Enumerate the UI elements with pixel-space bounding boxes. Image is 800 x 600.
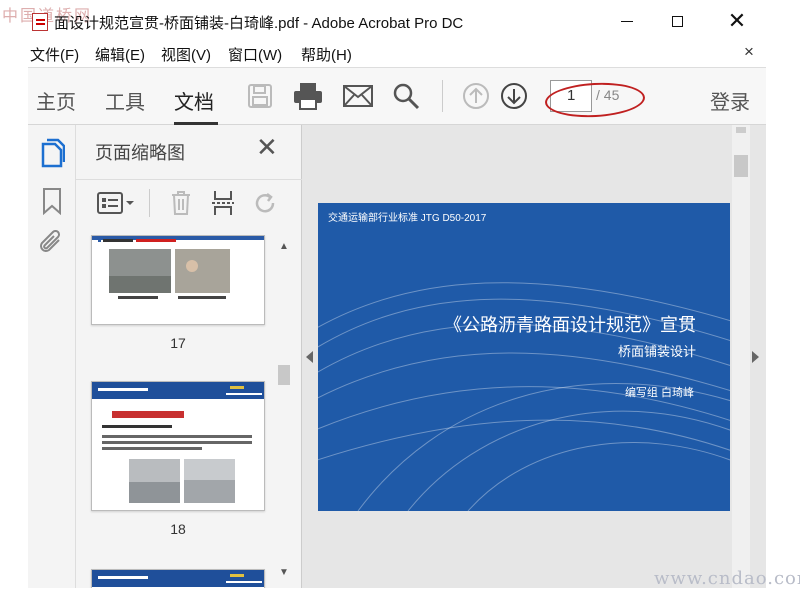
tab-document[interactable]: 文档	[174, 86, 214, 115]
thumbnail-page-17[interactable]	[91, 235, 265, 325]
maximize-icon	[671, 15, 683, 27]
minimize-button[interactable]	[604, 6, 650, 36]
thumbnail-options-icon[interactable]	[96, 188, 136, 218]
thumbnail-page-19[interactable]	[91, 569, 265, 588]
pdf-file-icon	[32, 13, 48, 31]
scrollbar-thumb[interactable]	[278, 365, 290, 385]
thumbnail-page-18[interactable]	[91, 381, 265, 511]
expand-right-panel-icon[interactable]	[752, 351, 759, 363]
document-title: 《公路沥青路面设计规范》宣贯	[444, 315, 696, 335]
menu-file[interactable]: 文件(F)	[30, 44, 79, 65]
prev-page-icon[interactable]	[460, 80, 492, 112]
minimize-icon	[621, 20, 633, 22]
scroll-down-icon[interactable]: ▼	[279, 567, 289, 578]
attachment-icon[interactable]	[34, 225, 70, 261]
page-thumbnails-icon[interactable]	[34, 135, 70, 171]
left-nav-rail	[28, 125, 76, 588]
close-icon: ✕	[727, 8, 747, 33]
collapse-left-panel-icon[interactable]	[306, 351, 313, 363]
close-panel-icon[interactable]: ✕	[256, 134, 278, 160]
next-page-icon[interactable]	[498, 80, 530, 112]
document-subtitle: 桥面铺装设计	[617, 344, 696, 359]
document-author: 编写组 白琦峰	[624, 387, 694, 399]
save-icon[interactable]	[244, 80, 276, 112]
document-scrollbar[interactable]	[732, 125, 750, 588]
panel-toolbar	[76, 179, 302, 223]
toolbar: 主页 工具 文档 1 / 45 登录	[28, 67, 766, 125]
rotate-page-icon[interactable]	[252, 188, 278, 218]
thumbnail-page-number: 18	[170, 521, 186, 537]
thumbnail-scrollbar[interactable]: ▲ ▼	[276, 235, 292, 588]
scrollbar-thumb[interactable]	[734, 155, 748, 177]
menu-edit[interactable]: 编辑(E)	[95, 44, 145, 65]
menu-bar: 文件(F) 编辑(E) 视图(V) 窗口(W) 帮助(H) ×	[0, 40, 800, 66]
close-document-button[interactable]: ×	[744, 42, 754, 62]
panel-title: 页面缩略图	[95, 143, 185, 163]
close-window-button[interactable]: ✕	[714, 6, 760, 36]
thumbnail-panel: 页面缩略图 ✕ 17 18 ▲ ▼	[76, 125, 302, 588]
insert-page-icon[interactable]	[210, 188, 236, 218]
panel-toolbar-separator	[149, 189, 150, 217]
tab-tools[interactable]: 工具	[105, 86, 145, 115]
print-icon[interactable]	[292, 80, 324, 112]
menu-window[interactable]: 窗口(W)	[228, 44, 282, 65]
login-button[interactable]: 登录	[710, 86, 750, 115]
email-icon[interactable]	[342, 80, 374, 112]
scroll-up-icon[interactable]	[736, 127, 746, 133]
thumbnail-page-number: 17	[170, 335, 186, 351]
menu-view[interactable]: 视图(V)	[161, 44, 211, 65]
bottom-edge	[0, 588, 800, 600]
maximize-button[interactable]	[654, 6, 700, 36]
right-margin	[766, 66, 800, 588]
toolbar-separator	[442, 80, 443, 112]
document-view: 交通运输部行业标准 JTG D50-2017 《公路沥青路面设计规范》宣贯 桥面…	[302, 125, 766, 588]
window-title: 面设计规范宣贯-桥面铺装-白琦峰.pdf - Adobe Acrobat Pro…	[54, 15, 464, 32]
bookmark-icon[interactable]	[34, 183, 70, 219]
document-standard-label: 交通运输部行业标准 JTG D50-2017	[328, 213, 487, 224]
watermark-bottom: www.cndao.com	[654, 568, 800, 589]
delete-page-icon[interactable]	[168, 188, 194, 218]
title-bar: 中国道桥网 面设计规范宣贯-桥面铺装-白琦峰.pdf - Adobe Acrob…	[0, 0, 800, 44]
thumbnail-list: 17 18	[76, 235, 302, 588]
scroll-up-icon[interactable]: ▲	[279, 241, 289, 252]
search-icon[interactable]	[390, 80, 422, 112]
document-page: 交通运输部行业标准 JTG D50-2017 《公路沥青路面设计规范》宣贯 桥面…	[318, 203, 730, 511]
tab-home[interactable]: 主页	[36, 86, 76, 115]
menu-help[interactable]: 帮助(H)	[301, 44, 352, 65]
